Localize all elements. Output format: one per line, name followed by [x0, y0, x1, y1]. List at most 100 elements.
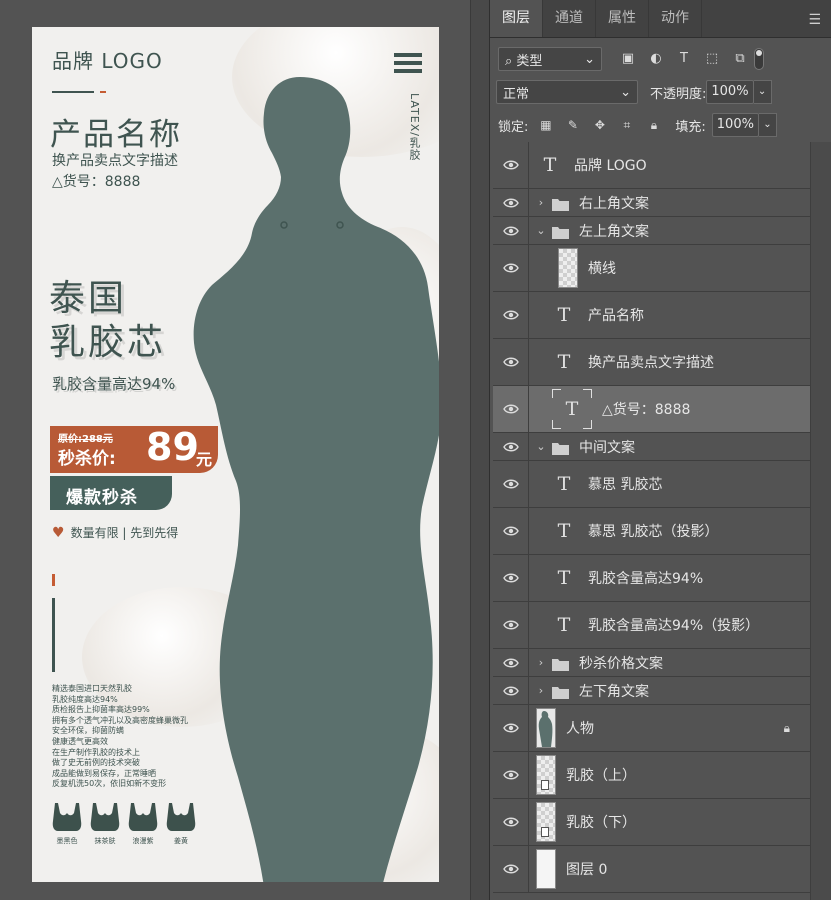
visibility-toggle[interactable]	[493, 245, 529, 291]
blend-mode-select[interactable]: 正常 ⌄	[496, 80, 638, 104]
visibility-toggle[interactable]	[493, 217, 529, 244]
color-options[interactable]: 墨黑色 抹茶肤 浪漫紫 姜黄	[50, 801, 198, 846]
layer-body[interactable]: T 换产品卖点文字描述	[530, 339, 810, 385]
latex-vertical-label[interactable]: LATEX/乳胶	[408, 93, 422, 161]
layer-group-row[interactable]: › 左下角文案	[493, 677, 810, 705]
layer-row[interactable]: T 乳胶含量高达94%（投影）	[493, 602, 810, 649]
layer-group-row[interactable]: ⌄ 左上角文案	[493, 217, 810, 245]
latex-content-block[interactable]: 乳胶含量高达94% 乳胶含量高达94%	[52, 373, 177, 395]
layer-body[interactable]: T 慕思 乳胶芯	[530, 461, 810, 507]
visibility-toggle[interactable]	[493, 555, 529, 601]
layer-body[interactable]: 图层 0	[530, 846, 810, 892]
layer-row[interactable]: 人物 🔒︎	[493, 705, 810, 752]
lock-pixels-icon[interactable]: ✎	[565, 118, 580, 133]
chevron-right-icon[interactable]: ›	[536, 656, 546, 669]
tab-channels[interactable]: 通道	[543, 0, 596, 37]
layer-body[interactable]: T 乳胶含量高达94%	[530, 555, 810, 601]
limited-notice[interactable]: ♥ 数量有限 | 先到先得	[52, 524, 178, 541]
layer-row[interactable]: T △货号：8888	[493, 386, 810, 433]
visibility-toggle[interactable]	[493, 292, 529, 338]
price-box[interactable]: 原价:288元 秒杀价: 89 元	[50, 425, 218, 473]
poster-logo[interactable]: 品牌 LOGO	[52, 45, 163, 74]
tab-properties[interactable]: 属性	[596, 0, 649, 37]
layer-body[interactable]: T 慕思 乳胶芯（投影）	[530, 508, 810, 554]
chevron-down-icon[interactable]: ⌄	[536, 224, 546, 237]
person-silhouette[interactable]	[182, 77, 439, 882]
layer-body[interactable]: T △货号：8888	[530, 386, 810, 432]
visibility-toggle[interactable]	[493, 846, 529, 892]
layer-body[interactable]: 人物 🔒︎	[530, 705, 810, 751]
chevron-right-icon[interactable]: ›	[536, 684, 546, 697]
visibility-toggle[interactable]	[493, 189, 529, 216]
panel-menu-icon[interactable]: ☰	[808, 12, 821, 28]
layer-row[interactable]: T 品牌 LOGO	[493, 142, 810, 189]
layer-row[interactable]: 乳胶（下）	[493, 799, 810, 846]
visibility-toggle[interactable]	[493, 386, 529, 432]
layer-body[interactable]: 横线	[530, 245, 810, 291]
visibility-toggle[interactable]	[493, 752, 529, 798]
tab-actions[interactable]: 动作	[649, 0, 702, 37]
color-option[interactable]: 墨黑色	[50, 801, 84, 846]
opacity-input[interactable]: 100%	[706, 80, 754, 104]
layer-body[interactable]: 乳胶（下）	[530, 799, 810, 845]
layer-row[interactable]: 横线	[493, 245, 810, 292]
visibility-toggle[interactable]	[493, 649, 529, 676]
visibility-toggle[interactable]	[493, 677, 529, 704]
lock-all-icon[interactable]: 🔒︎	[646, 118, 661, 133]
headline-block[interactable]: 泰国 乳胶芯 泰国 乳胶芯	[49, 277, 166, 366]
visibility-toggle[interactable]	[493, 461, 529, 507]
color-option[interactable]: 抹茶肤	[88, 801, 122, 846]
feature-list[interactable]: 精选泰国进口天然乳胶 乳胶纯度高达94% 质检报告上抑菌率高达99% 拥有多个透…	[52, 684, 188, 790]
fill-input[interactable]: 100%	[711, 113, 759, 137]
product-sku[interactable]: △货号：8888	[52, 171, 140, 191]
layer-body[interactable]: T 产品名称	[530, 292, 810, 338]
layer-body[interactable]: ⌄ 中间文案	[530, 433, 810, 460]
layer-body[interactable]: T 乳胶含量高达94%（投影）	[530, 602, 810, 648]
layer-row[interactable]: T 产品名称	[493, 292, 810, 339]
layer-row[interactable]: T 换产品卖点文字描述	[493, 339, 810, 386]
color-option[interactable]: 姜黄	[164, 801, 198, 846]
opacity-dropdown-icon[interactable]: ⌄	[753, 80, 772, 104]
shape-filter-icon[interactable]: ⬚	[704, 51, 720, 67]
lock-artboard-icon[interactable]: ⌗	[619, 118, 634, 133]
fill-dropdown-icon[interactable]: ⌄	[758, 113, 777, 137]
layer-filter-select[interactable]: ⌕ 类型 ⌄	[498, 47, 602, 71]
layer-body[interactable]: › 左下角文案	[530, 677, 810, 704]
layer-row[interactable]: T 慕思 乳胶芯（投影）	[493, 508, 810, 555]
layer-row[interactable]: T 乳胶含量高达94%	[493, 555, 810, 602]
layer-group-row[interactable]: ⌄ 中间文案	[493, 433, 810, 461]
visibility-toggle[interactable]	[493, 142, 529, 188]
visibility-toggle[interactable]	[493, 508, 529, 554]
layer-group-row[interactable]: › 右上角文案	[493, 189, 810, 217]
layer-group-row[interactable]: › 秒杀价格文案	[493, 649, 810, 677]
hot-sale-badge[interactable]: 爆款秒杀	[50, 476, 172, 510]
document-canvas[interactable]: 品牌 LOGO LATEX/乳胶 产品名称 换产品卖点文字描述 △货号：8888…	[0, 0, 470, 900]
layer-body[interactable]: › 右上角文案	[530, 189, 810, 216]
visibility-toggle[interactable]	[493, 433, 529, 460]
filter-toggle[interactable]	[754, 48, 764, 70]
lock-position-icon[interactable]: ✥	[592, 118, 607, 133]
panel-separator[interactable]	[470, 0, 490, 900]
smart-object-filter-icon[interactable]: ⧉	[732, 51, 748, 67]
visibility-toggle[interactable]	[493, 602, 529, 648]
visibility-toggle[interactable]	[493, 339, 529, 385]
layer-body[interactable]: T 品牌 LOGO	[530, 142, 810, 188]
layer-body[interactable]: ⌄ 左上角文案	[530, 217, 810, 244]
chevron-right-icon[interactable]: ›	[536, 196, 546, 209]
poster-artboard[interactable]: 品牌 LOGO LATEX/乳胶 产品名称 换产品卖点文字描述 △货号：8888…	[32, 27, 439, 882]
visibility-toggle[interactable]	[493, 705, 529, 751]
layer-body[interactable]: 乳胶（上）	[530, 752, 810, 798]
pixel-filter-icon[interactable]: ▣	[620, 51, 636, 67]
adjustment-filter-icon[interactable]: ◐	[648, 51, 664, 67]
layer-row[interactable]: 乳胶（上）	[493, 752, 810, 799]
lock-transparent-icon[interactable]: ▦	[538, 118, 553, 133]
type-filter-icon[interactable]: T	[676, 51, 692, 67]
product-name[interactable]: 产品名称	[50, 109, 182, 154]
tab-layers[interactable]: 图层	[490, 0, 543, 37]
layer-row[interactable]: T 慕思 乳胶芯	[493, 461, 810, 508]
product-description[interactable]: 换产品卖点文字描述	[52, 150, 178, 170]
visibility-toggle[interactable]	[493, 799, 529, 845]
layer-list-scrollbar[interactable]	[810, 142, 831, 900]
color-option[interactable]: 浪漫紫	[126, 801, 160, 846]
layer-row[interactable]: 图层 0	[493, 846, 810, 893]
